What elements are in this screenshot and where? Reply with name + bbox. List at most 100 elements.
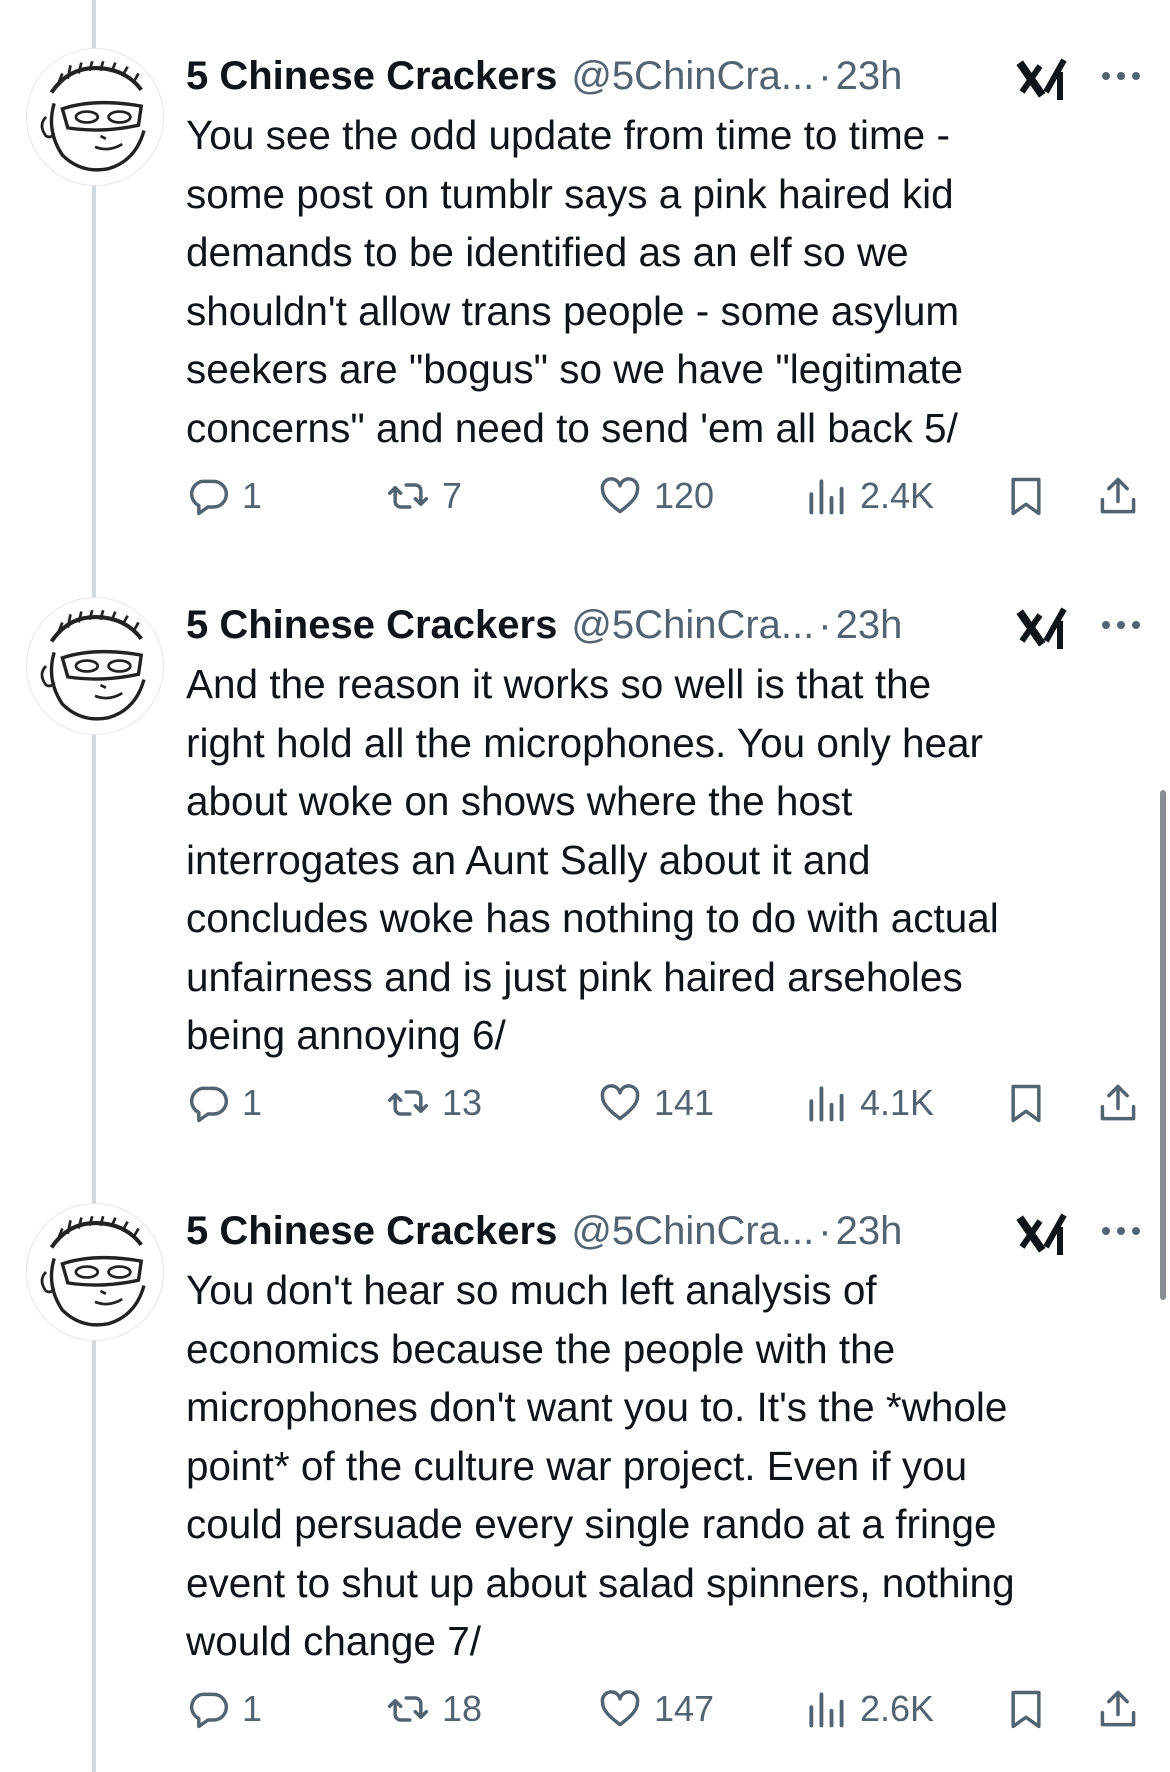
bookmark-icon: [1011, 1084, 1041, 1123]
views-icon: [809, 479, 844, 515]
tweet-header: 5 Chinese Crackers @5ChinCra... · 23h: [186, 48, 902, 104]
author-handle[interactable]: @5ChinCra...: [571, 54, 814, 99]
tweet-text-line: concludes woke has nothing to do with ac…: [186, 895, 999, 941]
repost-count: 13: [442, 1082, 483, 1123]
like-count: 120: [654, 475, 715, 516]
action-bar: 1 18 147 2.6K: [186, 1681, 1146, 1737]
avatar[interactable]: [26, 597, 164, 735]
like-icon: [600, 1690, 640, 1727]
views-count: 2.4K: [860, 475, 935, 516]
tweet-text-line: shouldn't allow trans people - some asyl…: [186, 287, 960, 334]
tweet-text: And the reason it works so well is that …: [186, 655, 1146, 1065]
tweet-text-line: concerns" and need to send 'em all back …: [186, 404, 958, 451]
tweet-text-line: You don't hear so much left analysis of: [186, 1267, 877, 1313]
more-icon[interactable]: [1098, 1221, 1144, 1241]
timestamp[interactable]: 23h: [836, 54, 903, 99]
separator: ·: [818, 53, 832, 98]
reply-icon: [189, 1086, 229, 1123]
grok-icon[interactable]: [1016, 52, 1072, 104]
share-icon: [1100, 1084, 1136, 1121]
repost-count: 18: [442, 1688, 483, 1729]
tweet-text-line: microphones don't want you to. It's the …: [186, 1384, 1008, 1430]
avatar[interactable]: [26, 48, 164, 186]
avatar[interactable]: [26, 1203, 164, 1341]
author-handle[interactable]: @5ChinCra...: [571, 603, 814, 648]
tweet-text-line: would change 7/: [186, 1618, 481, 1664]
like-icon: [600, 1084, 640, 1121]
reply-count: 1: [242, 475, 263, 516]
repost-button[interactable]: 13: [386, 1075, 482, 1131]
tweet-header: 5 Chinese Crackers @5ChinCra... · 23h: [186, 597, 902, 653]
author-name[interactable]: 5 Chinese Crackers: [186, 1209, 557, 1254]
share-icon: [1100, 477, 1136, 514]
cartoon-face-avatar-icon: [40, 60, 146, 172]
tweet-header: 5 Chinese Crackers @5ChinCra... · 23h: [186, 1203, 902, 1259]
grok-icon[interactable]: [1016, 601, 1072, 653]
views-count: 2.6K: [860, 1688, 935, 1729]
author-name[interactable]: 5 Chinese Crackers: [186, 54, 557, 99]
tweet-text-line: seekers are "bogus" so we have "legitima…: [186, 346, 964, 392]
more-icon[interactable]: [1098, 66, 1144, 86]
like-button[interactable]: 147: [598, 1681, 714, 1737]
bookmark-button[interactable]: [1004, 1075, 1048, 1131]
separator: ·: [818, 602, 832, 647]
like-count: 147: [654, 1688, 715, 1729]
bookmark-icon: [1011, 1690, 1041, 1729]
reply-button[interactable]: 1: [186, 1681, 262, 1737]
tweet-text-line: economics because the people with the: [186, 1325, 896, 1372]
tweet-text-line: right hold all the microphones. You only…: [186, 719, 984, 766]
like-button[interactable]: 120: [598, 468, 714, 524]
tweet-text-line: interrogates an Aunt Sally about it and: [186, 836, 871, 883]
reply-icon: [189, 1692, 229, 1729]
tweet-text-line: unfairness and is just pink haired arseh…: [186, 953, 963, 1000]
tweet-7[interactable]: 5 Chinese Crackers @5ChinCra... · 23h Yo…: [0, 1197, 1170, 1772]
bookmark-button[interactable]: [1004, 1681, 1048, 1737]
tweet-text: You see the odd update from time to time…: [186, 106, 1146, 457]
views-button[interactable]: 2.4K: [804, 468, 934, 524]
tweet-text-line: about woke on shows where the host: [186, 778, 853, 824]
separator: ·: [818, 1208, 832, 1253]
repost-count: 7: [442, 475, 463, 516]
bookmark-icon: [1011, 477, 1041, 516]
reply-button[interactable]: 1: [186, 468, 262, 524]
repost-icon: [387, 1696, 429, 1722]
tweet-text-line: event to shut up about salad spinners, n…: [186, 1559, 1015, 1606]
author-name[interactable]: 5 Chinese Crackers: [186, 603, 557, 648]
repost-button[interactable]: 7: [386, 468, 462, 524]
tweet-text: You don't hear so much left analysis of …: [186, 1261, 1146, 1671]
reply-button[interactable]: 1: [186, 1075, 262, 1131]
tweet-text-line: being annoying 6/: [186, 1012, 506, 1058]
views-count: 4.1K: [860, 1082, 935, 1123]
repost-icon: [387, 1090, 429, 1116]
reply-count: 1: [242, 1688, 263, 1729]
tweet-6[interactable]: 5 Chinese Crackers @5ChinCra... · 23h An…: [0, 591, 1170, 1131]
cartoon-face-avatar-icon: [40, 1215, 146, 1327]
views-button[interactable]: 2.6K: [804, 1681, 934, 1737]
tweet-5[interactable]: 5 Chinese Crackers @5ChinCra... · 23h Yo…: [0, 42, 1170, 542]
reply-icon: [189, 479, 229, 516]
like-icon: [600, 477, 640, 514]
views-icon: [809, 1692, 844, 1728]
views-button[interactable]: 4.1K: [804, 1075, 934, 1131]
action-bar: 1 7 120 2.4K: [186, 468, 1146, 524]
author-handle[interactable]: @5ChinCra...: [571, 1209, 814, 1254]
more-icon[interactable]: [1098, 615, 1144, 635]
bookmark-button[interactable]: [1004, 468, 1048, 524]
reply-count: 1: [242, 1082, 263, 1123]
share-button[interactable]: [1096, 1681, 1140, 1737]
like-button[interactable]: 141: [598, 1075, 714, 1131]
tweet-text-line: some post on tumblr says a pink haired k…: [186, 170, 954, 217]
repost-icon: [387, 483, 429, 509]
timestamp[interactable]: 23h: [836, 603, 903, 648]
like-count: 141: [654, 1082, 715, 1123]
share-button[interactable]: [1096, 468, 1140, 524]
share-icon: [1100, 1690, 1136, 1727]
tweet-text-line: And the reason it works so well is that …: [186, 661, 932, 707]
repost-button[interactable]: 18: [386, 1681, 482, 1737]
tweet-text-line: demands to be identified as an elf so we: [186, 229, 909, 275]
timestamp[interactable]: 23h: [836, 1209, 903, 1254]
tweet-text-line: could persuade every single rando at a f…: [186, 1501, 997, 1547]
grok-icon[interactable]: [1016, 1207, 1072, 1259]
cartoon-face-avatar-icon: [40, 609, 146, 721]
share-button[interactable]: [1096, 1075, 1140, 1131]
